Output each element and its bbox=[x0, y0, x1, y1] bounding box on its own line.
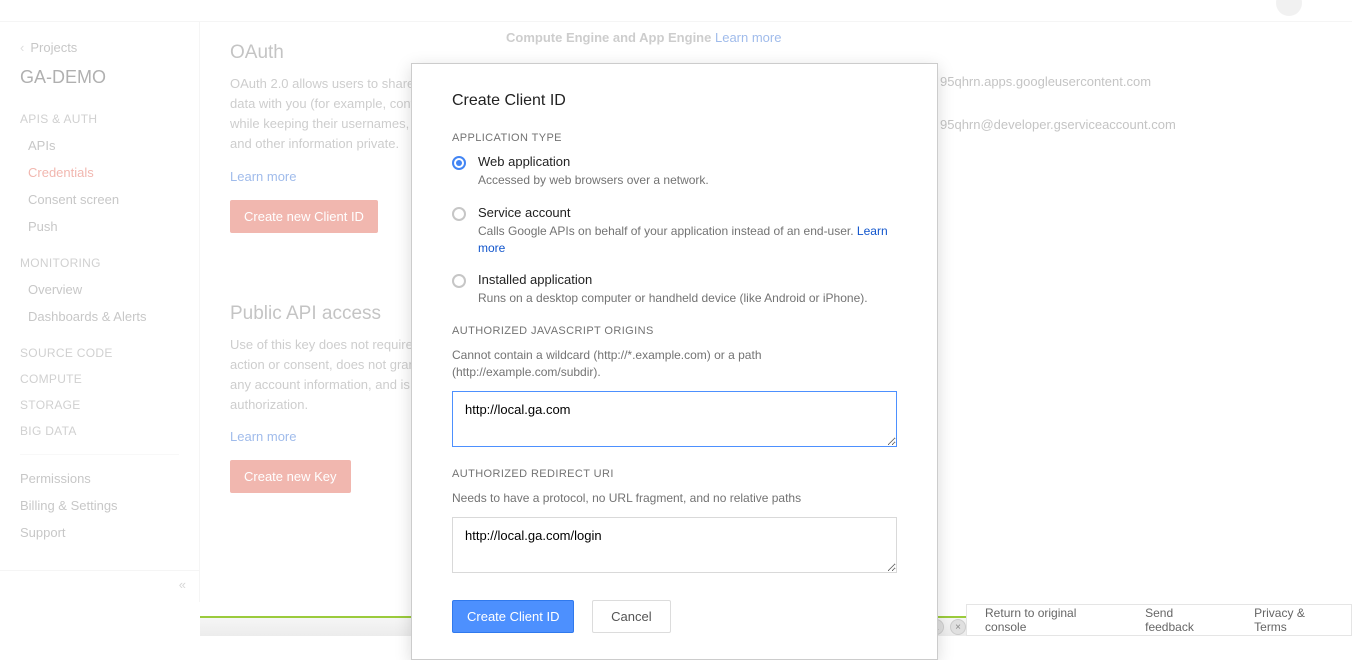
redirect-uri-helper: Needs to have a protocol, no URL fragmen… bbox=[452, 490, 897, 507]
nav-consent-screen[interactable]: Consent screen bbox=[0, 186, 199, 213]
nav-billing-settings[interactable]: Billing & Settings bbox=[0, 492, 199, 519]
nav-overview[interactable]: Overview bbox=[0, 276, 199, 303]
nav-dashboards-alerts[interactable]: Dashboards & Alerts bbox=[0, 303, 199, 330]
radio-title: Installed application bbox=[478, 272, 868, 287]
nav-credentials[interactable]: Credentials bbox=[0, 159, 199, 186]
sidebar-collapse[interactable]: « bbox=[0, 570, 200, 602]
client-id-value: 95qhrn.apps.googleusercontent.com bbox=[940, 74, 1151, 89]
engine-row: Compute Engine and App Engine Learn more bbox=[506, 30, 781, 45]
radio-desc: Runs on a desktop computer or handheld d… bbox=[478, 290, 868, 307]
redirect-uri-label: AUTHORIZED REDIRECT URI bbox=[452, 468, 897, 480]
footer: Return to original console Send feedback… bbox=[966, 604, 1352, 636]
close-icon[interactable]: × bbox=[950, 619, 966, 635]
radio-title: Service account bbox=[478, 205, 897, 220]
footer-return-link[interactable]: Return to original console bbox=[967, 606, 1127, 634]
js-origins-input[interactable] bbox=[452, 391, 897, 447]
section-monitoring: MONITORING bbox=[0, 250, 199, 276]
nav-permissions[interactable]: Permissions bbox=[0, 465, 199, 492]
topbar bbox=[0, 0, 1352, 22]
section-source-code[interactable]: SOURCE CODE bbox=[0, 340, 199, 366]
oauth-learn-more-link[interactable]: Learn more bbox=[230, 169, 296, 184]
public-learn-more-link[interactable]: Learn more bbox=[230, 429, 296, 444]
cancel-button[interactable]: Cancel bbox=[592, 600, 670, 633]
radio-service-account[interactable]: Service account Calls Google APIs on beh… bbox=[452, 205, 897, 257]
js-origins-helper: Cannot contain a wildcard (http://*.exam… bbox=[452, 347, 897, 381]
radio-desc: Calls Google APIs on behalf of your appl… bbox=[478, 223, 897, 257]
oauth-heading: OAuth bbox=[230, 42, 1322, 64]
nav-support[interactable]: Support bbox=[0, 519, 199, 546]
footer-feedback-link[interactable]: Send feedback bbox=[1127, 606, 1236, 634]
create-key-button[interactable]: Create new Key bbox=[230, 460, 351, 493]
engine-prefix: Compute Engine and App Engine bbox=[506, 30, 711, 45]
avatar[interactable] bbox=[1276, 0, 1302, 16]
radio-title: Web application bbox=[478, 154, 709, 169]
nav-push[interactable]: Push bbox=[0, 213, 199, 240]
sidebar: Projects GA-DEMO APIS & AUTH APIs Creden… bbox=[0, 22, 200, 602]
engine-learn-more-link[interactable]: Learn more bbox=[715, 30, 781, 45]
section-storage[interactable]: STORAGE bbox=[0, 392, 199, 418]
section-big-data[interactable]: BIG DATA bbox=[0, 418, 199, 444]
service-account-email: 95qhrn@developer.gserviceaccount.com bbox=[940, 117, 1176, 132]
projects-back-link[interactable]: Projects bbox=[0, 34, 199, 61]
redirect-uri-input[interactable] bbox=[452, 517, 897, 573]
radio-icon[interactable] bbox=[452, 207, 466, 221]
radio-web-application[interactable]: Web application Accessed by web browsers… bbox=[452, 154, 897, 189]
project-name: GA-DEMO bbox=[0, 61, 199, 106]
create-client-id-button[interactable]: Create new Client ID bbox=[230, 200, 378, 233]
radio-icon[interactable] bbox=[452, 274, 466, 288]
create-client-id-submit-button[interactable]: Create Client ID bbox=[452, 600, 574, 633]
js-origins-label: AUTHORIZED JAVASCRIPT ORIGINS bbox=[452, 325, 897, 337]
footer-privacy-link[interactable]: Privacy & Terms bbox=[1236, 606, 1351, 634]
radio-installed-application[interactable]: Installed application Runs on a desktop … bbox=[452, 272, 897, 307]
modal-title: Create Client ID bbox=[452, 92, 897, 110]
radio-icon[interactable] bbox=[452, 156, 466, 170]
create-client-id-modal: Create Client ID APPLICATION TYPE Web ap… bbox=[411, 63, 938, 660]
application-type-label: APPLICATION TYPE bbox=[452, 132, 897, 144]
section-apis-auth: APIS & AUTH bbox=[0, 106, 199, 132]
section-compute[interactable]: COMPUTE bbox=[0, 366, 199, 392]
sidebar-divider bbox=[20, 454, 179, 455]
nav-apis[interactable]: APIs bbox=[0, 132, 199, 159]
radio-desc: Accessed by web browsers over a network. bbox=[478, 172, 709, 189]
